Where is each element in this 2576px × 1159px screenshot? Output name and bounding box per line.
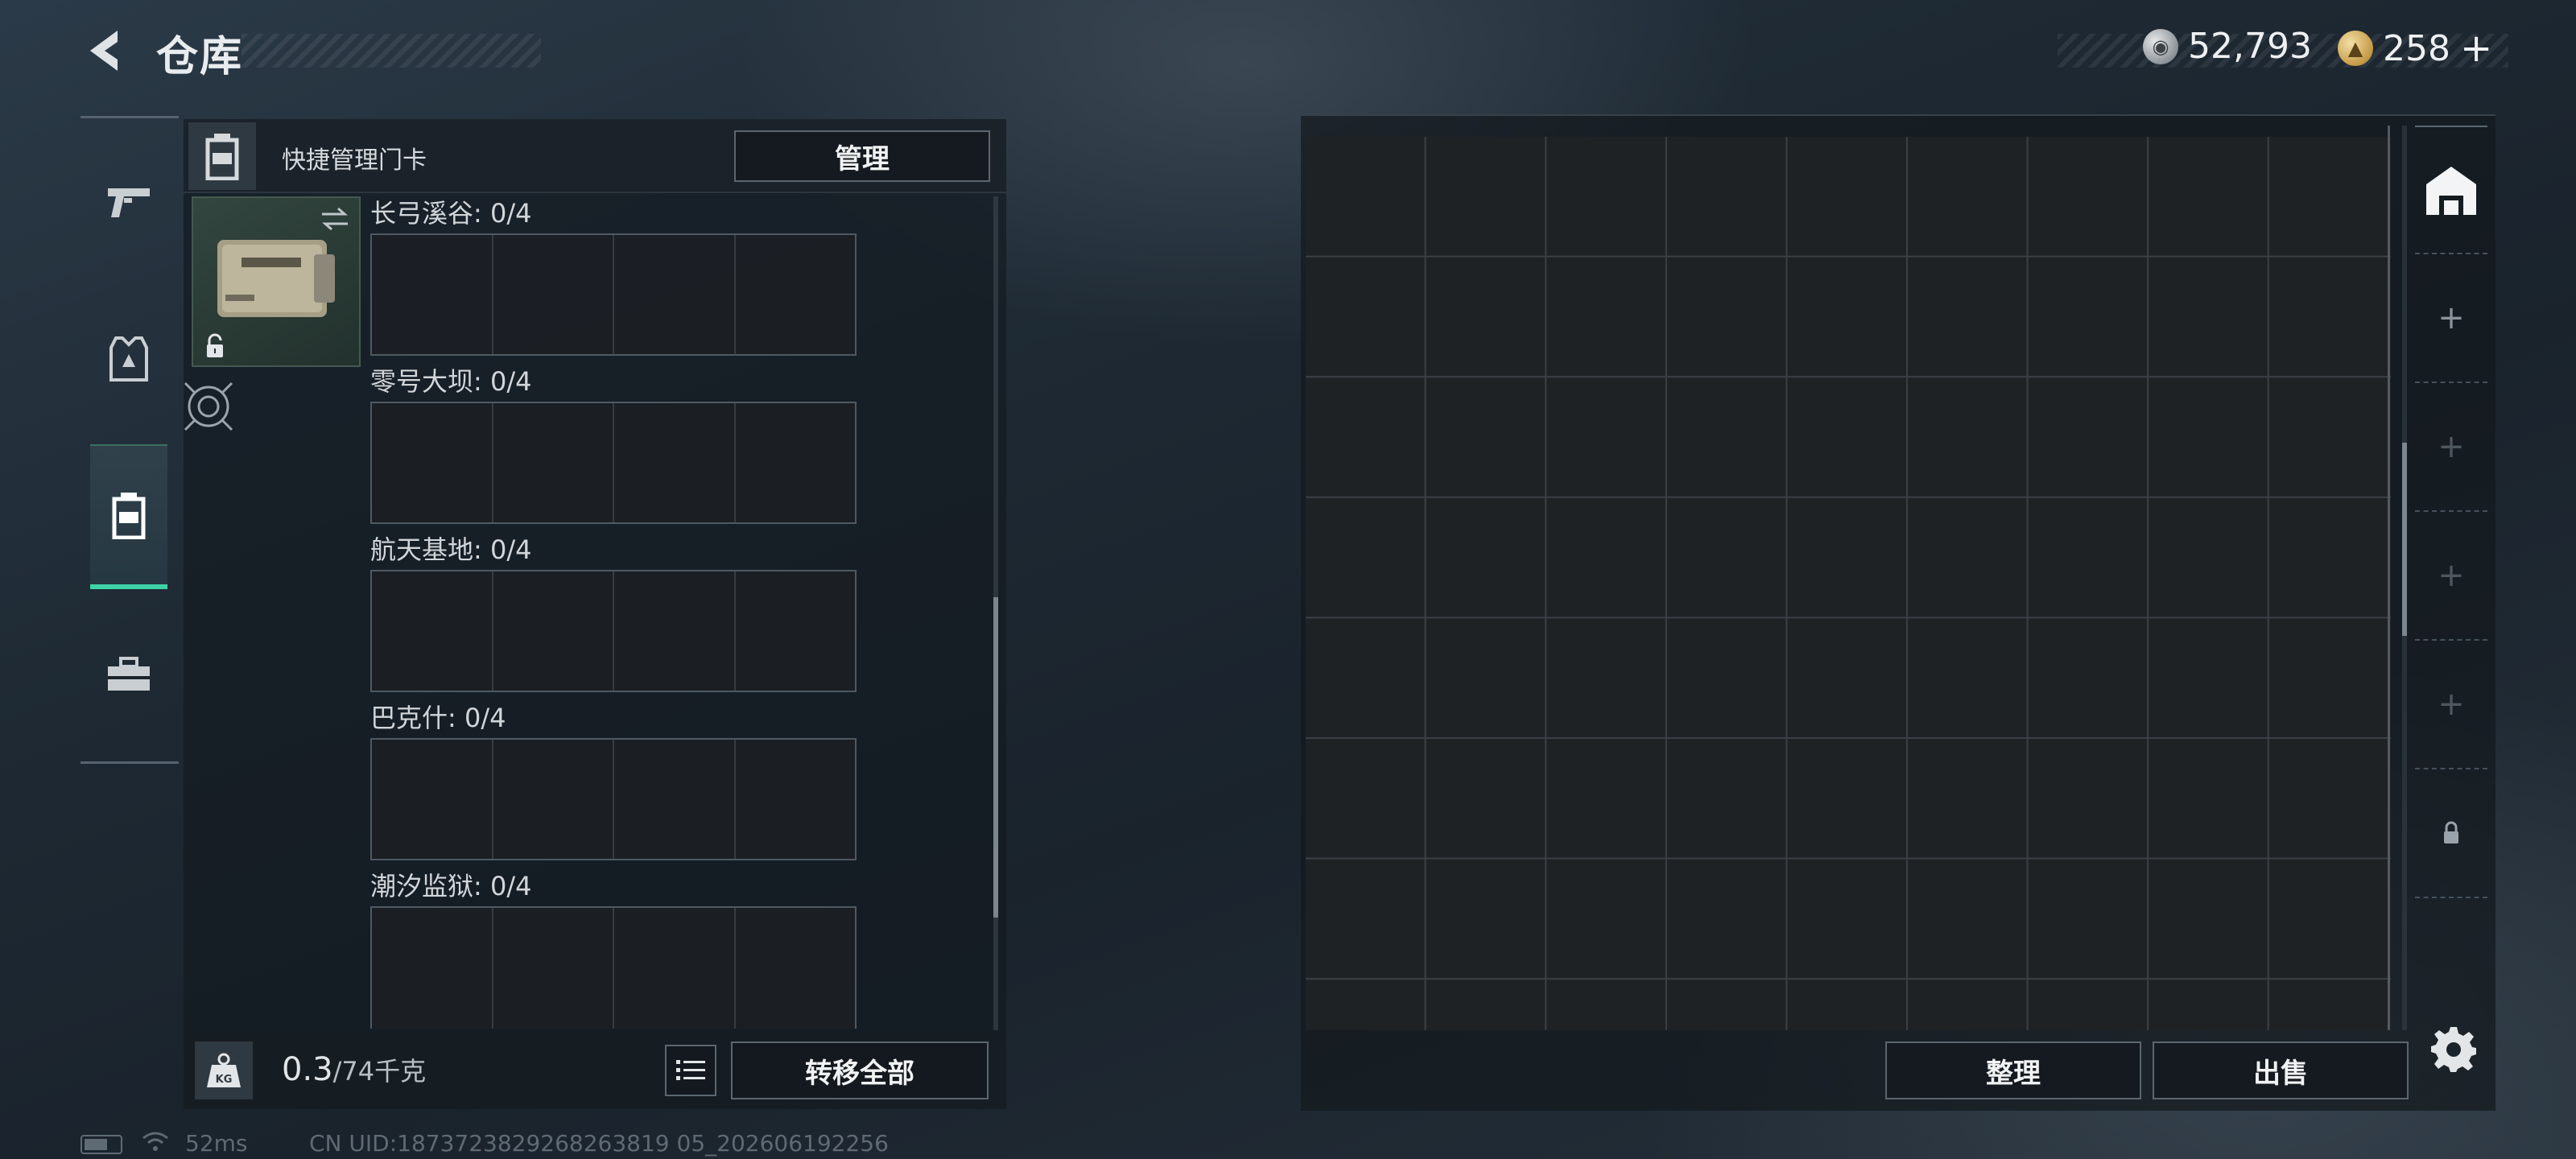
weight-current: 0.3 [282,1051,333,1088]
keycard-slot[interactable] [614,908,736,1029]
plus-icon: + [2438,428,2465,465]
armor-vest-icon [109,336,148,382]
zone-label: 零号大坝: 0/4 [370,366,532,397]
gold-amount: 258 [2383,27,2450,69]
ping-readout: 52ms [185,1130,248,1157]
keycard-slot[interactable] [736,403,856,522]
zone-label: 长弓溪谷: 0/4 [370,198,532,229]
keycard-slot[interactable] [736,740,856,859]
list-icon [676,1060,705,1080]
gold-coin-icon: ▲ [2338,31,2373,66]
grid-edge [2388,126,2390,1030]
gold-add-button[interactable]: + [2460,26,2492,71]
sidebar-item-keycards[interactable] [90,444,167,589]
manage-button[interactable]: 管理 [734,130,990,182]
zone-label: 航天基地: 0/4 [370,534,532,565]
wifi-icon [142,1130,169,1158]
settings-button[interactable] [2425,1021,2483,1079]
silver-currency: ◉ 52,793 [2143,26,2312,67]
lock-icon [2444,821,2458,843]
rail-divider-bottom [80,761,179,764]
lock-icon [200,330,230,362]
keycard-scrollbar-thumb[interactable] [993,597,998,918]
keycard-slot-row [370,738,857,860]
keycard-slot[interactable] [614,235,736,354]
plus-icon: + [2438,299,2465,336]
warehouse-tab-column: + + + + [2415,126,2487,930]
tab-add-2[interactable]: + [2415,383,2487,512]
warehouse-grid[interactable] [1306,137,2391,1030]
uid-readout: CN UID:1873723829268263819 05_2026061922… [309,1130,889,1157]
keycard-slot-row [370,233,857,356]
keycard-slot[interactable] [614,740,736,859]
zone-label: 潮汐监狱: 0/4 [370,871,532,901]
back-button[interactable] [77,24,130,77]
title-decor-stripe [242,34,541,68]
silver-coin-icon: ◉ [2143,28,2178,64]
keycard-slot-row [370,402,857,524]
weight-icon: KG [195,1041,253,1099]
sidebar-item-misc[interactable] [90,602,167,747]
silver-amount: 52,793 [2188,26,2312,67]
weight-capacity: /74千克 [332,1056,427,1087]
tab-locked[interactable] [2415,769,2487,898]
plus-icon: + [2438,557,2465,594]
tab-warehouse-main[interactable] [2415,126,2487,254]
list-view-button[interactable] [665,1045,716,1096]
pistol-icon [108,188,150,217]
sidebar-item-weapons[interactable] [90,129,167,274]
toolbox-icon [108,657,150,691]
keycard-slot[interactable] [493,908,614,1029]
quick-manage-label: 快捷管理门卡 [282,146,427,175]
target-scope-icon[interactable] [179,377,238,436]
keycard-holder-icon [188,122,256,190]
keycard-slot[interactable] [736,908,856,1029]
zone-label: 巴克什: 0/4 [370,703,506,733]
warehouse-icon [2426,167,2476,215]
keycard-holder-icon [112,493,146,539]
keycard-slot[interactable] [493,571,614,691]
keycard-slot[interactable] [736,571,856,691]
plus-icon: + [2438,686,2465,723]
sell-button[interactable]: 出售 [2153,1041,2409,1099]
keycard-slot-row [370,906,857,1029]
weight-icon-label: KG [216,1074,233,1086]
keycard-slot[interactable] [614,403,736,522]
transfer-all-button[interactable]: 转移全部 [731,1041,989,1099]
rail-divider-top [80,116,179,118]
keycard-slot[interactable] [736,235,856,354]
page-title: 仓库 [156,33,244,81]
keycard-slot[interactable] [372,403,493,522]
tab-add-3[interactable]: + [2415,512,2487,641]
keycard-slot[interactable] [372,740,493,859]
weight-readout: 0.3/74千克 [282,1051,426,1088]
keycard-slot[interactable] [614,571,736,691]
chevron-left-icon [90,31,118,71]
keycard-slot[interactable] [372,235,493,354]
keycard-slot[interactable] [493,235,614,354]
keycard-slot-row [370,570,857,692]
keycard-slot[interactable] [493,740,614,859]
swap-icon[interactable] [316,201,354,237]
gold-currency[interactable]: ▲ 258 + [2338,26,2492,71]
keycard-slot[interactable] [493,403,614,522]
tab-add-4[interactable]: + [2415,641,2487,769]
keycard-slot[interactable] [372,571,493,691]
sort-button[interactable]: 整理 [1885,1041,2141,1099]
gear-icon [2431,1027,2476,1072]
sidebar-item-gear[interactable] [90,287,167,431]
battery-icon [80,1135,122,1154]
keycard-slot[interactable] [372,908,493,1029]
tab-add-1[interactable]: + [2415,254,2487,383]
warehouse-scrollbar-thumb[interactable] [2402,443,2407,636]
